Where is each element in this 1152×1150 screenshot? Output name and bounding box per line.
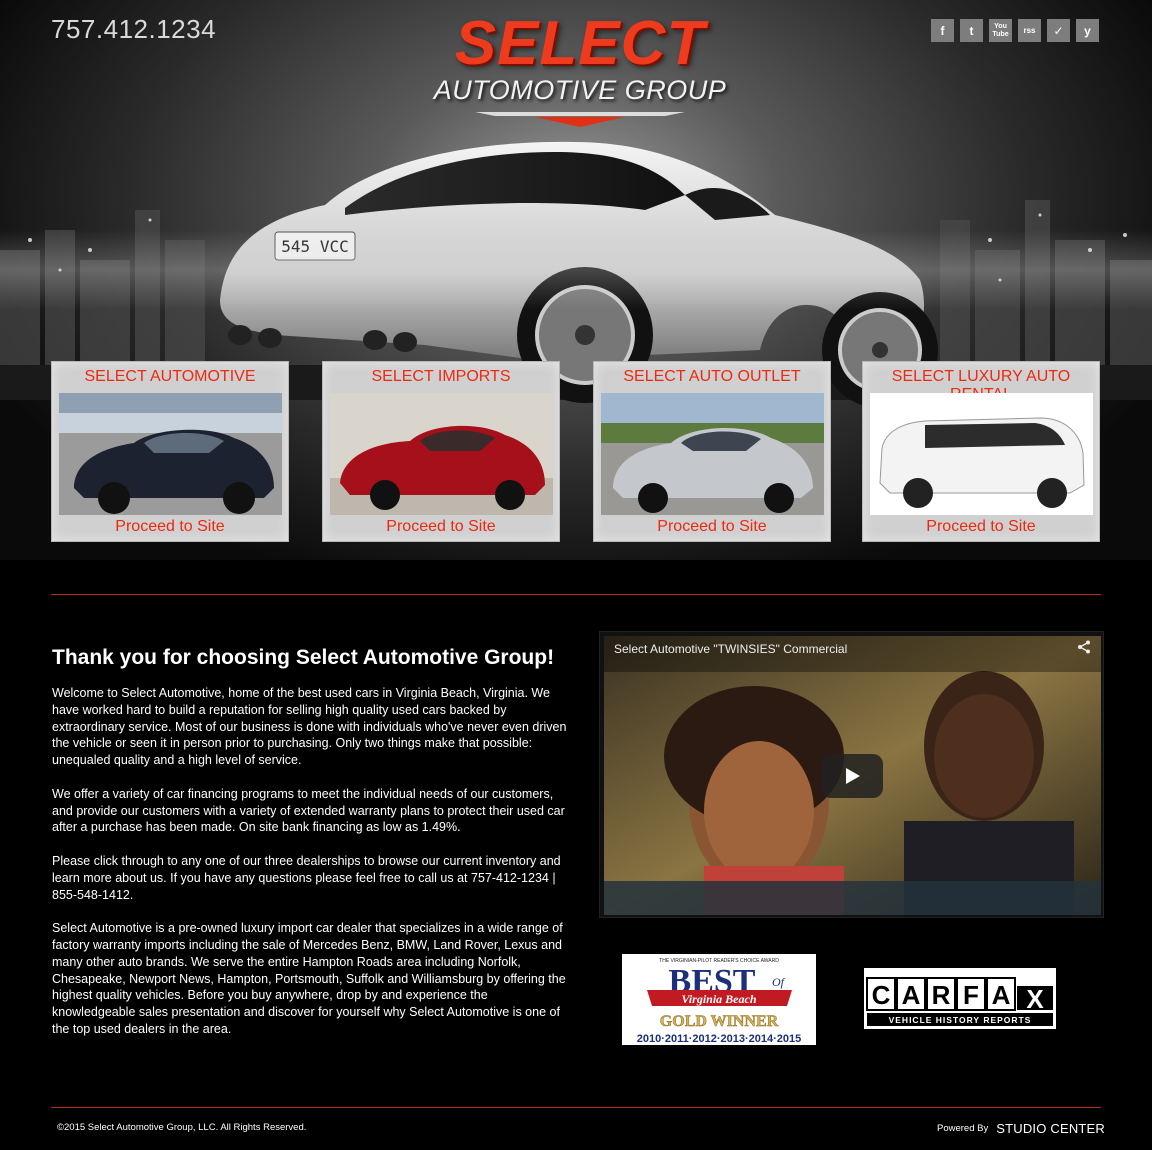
- dealer-car-photo: [601, 393, 824, 515]
- svg-text:A: A: [992, 980, 1011, 1010]
- yelp-icon[interactable]: y: [1076, 19, 1099, 42]
- intro-paragraph: Welcome to Select Automotive, home of th…: [52, 686, 567, 768]
- site-logo[interactable]: SELECT AUTOMOTIVE GROUP: [410, 12, 750, 132]
- logo-select-text: SELECT: [454, 9, 706, 78]
- dealer-card-select-luxury-auto-rental[interactable]: SELECT LUXURY AUTO RENTAL Proceed to Sit…: [862, 361, 1100, 542]
- dealer-card-select-automotive[interactable]: SELECT AUTOMOTIVE Proceed to Site: [51, 361, 289, 542]
- badge-place: Virginia Beach: [681, 992, 756, 1006]
- license-plate-text: 545 VCC: [281, 237, 348, 256]
- proceed-to-site-link[interactable]: Proceed to Site: [323, 518, 559, 536]
- footer-copyright: ©2015 Select Automotive Group, LLC. All …: [57, 1122, 307, 1133]
- page-title: Thank you for choosing Select Automotive…: [52, 646, 555, 669]
- social-links: f t You Tube rss ✓ y: [931, 19, 1099, 42]
- logo-group-text: AUTOMOTIVE GROUP: [433, 75, 727, 105]
- share-icon[interactable]: [1077, 640, 1091, 657]
- dealer-cards: SELECT AUTOMOTIVE Proceed to Site SELECT…: [51, 361, 1101, 543]
- dealer-name: SELECT IMPORTS: [371, 368, 511, 385]
- dealer-card-select-imports[interactable]: SELECT IMPORTS Proceed to Site: [322, 361, 560, 542]
- dealer-name: SELECT AUTOMOTIVE: [84, 368, 256, 385]
- badge-years: 2010·2011·2012·2013·2014·2015: [637, 1033, 802, 1045]
- carfax-logo[interactable]: C A R F A X VEHICLE HISTORY REPORTS: [863, 967, 1057, 1030]
- svg-text:F: F: [963, 980, 979, 1010]
- twitter-icon[interactable]: t: [960, 19, 983, 42]
- about-paragraph: Select Automotive is a pre-owned luxury …: [52, 921, 566, 1036]
- video-title[interactable]: Select Automotive "TWINSIES" Commercial: [614, 642, 847, 656]
- svg-text:X: X: [1026, 984, 1044, 1014]
- dealer-car-photo: [59, 393, 282, 515]
- dealer-name: SELECT AUTO OUTLET: [623, 368, 801, 385]
- footer-divider: [51, 1107, 1101, 1108]
- play-button[interactable]: [821, 754, 883, 798]
- divider: [51, 594, 1101, 595]
- proceed-to-site-link[interactable]: Proceed to Site: [52, 518, 288, 536]
- facebook-icon[interactable]: f: [931, 19, 954, 42]
- proceed-to-site-link[interactable]: Proceed to Site: [594, 518, 830, 536]
- check-icon[interactable]: ✓: [1047, 19, 1070, 42]
- dealer-car-photo: [870, 393, 1093, 515]
- phone-number[interactable]: 757.412.1234: [51, 14, 216, 45]
- dealer-car-photo: [330, 393, 553, 515]
- badge-of-word: Of: [772, 975, 786, 989]
- best-of-virginia-beach-badge: THE VIRGINIAN-PILOT READER'S CHOICE AWAR…: [622, 954, 816, 1045]
- proceed-to-site-link[interactable]: Proceed to Site: [863, 518, 1099, 536]
- financing-paragraph: We offer a variety of car financing prog…: [52, 786, 565, 835]
- powered-by-label: Powered By: [937, 1123, 989, 1134]
- dealer-name: SELECT LUXURY AUTO RENTAL: [891, 368, 1071, 403]
- contact-paragraph: Please click through to any one of our t…: [52, 853, 561, 902]
- carfax-subtitle: VEHICLE HISTORY REPORTS: [889, 1015, 1032, 1025]
- hero-banner: 757.412.1234 SELECT AUTOMOTIVE GROUP f t…: [0, 0, 1152, 560]
- dealer-card-select-auto-outlet[interactable]: SELECT AUTO OUTLET Proceed to Site: [593, 361, 831, 542]
- footer-powered-by[interactable]: Powered By STUDIO CENTER: [937, 1121, 1105, 1136]
- rss-icon[interactable]: rss: [1018, 19, 1041, 42]
- badge-winner: GOLD WINNER: [660, 1013, 779, 1030]
- play-icon: [846, 768, 860, 784]
- intro-text: Welcome to Select Automotive, home of th…: [52, 685, 572, 1055]
- video-player[interactable]: Select Automotive "TWINSIES" Commercial: [599, 631, 1104, 918]
- svg-text:R: R: [932, 980, 951, 1010]
- youtube-icon[interactable]: You Tube: [989, 19, 1012, 42]
- studio-center-logo[interactable]: STUDIO CENTER: [996, 1121, 1105, 1136]
- svg-text:A: A: [902, 980, 921, 1010]
- svg-text:C: C: [872, 980, 891, 1010]
